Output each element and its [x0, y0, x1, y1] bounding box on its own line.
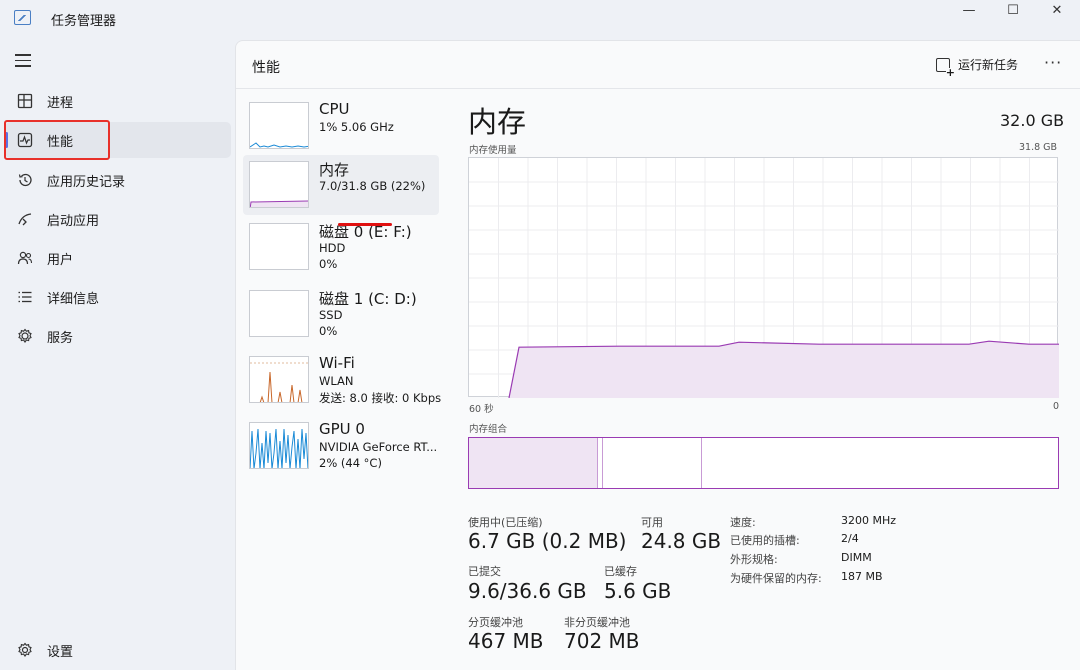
stat-in-use-value: 6.7 GB (0.2 MB): [468, 529, 627, 553]
run-task-icon: [936, 57, 955, 78]
minimize-button[interactable]: —: [946, 0, 992, 20]
sidebar-item-label: 用户: [47, 252, 74, 268]
stat-available-label: 可用: [641, 516, 663, 529]
device-usage: 0%: [319, 324, 338, 338]
cpu-thumbnail-graph: [249, 102, 309, 149]
disk-0-thumbnail-graph: [249, 223, 309, 270]
wifi-thumbnail-graph: [249, 356, 309, 403]
device-usage: 2% (44 °C): [319, 456, 382, 470]
app-history-icon: [16, 171, 34, 189]
device-item-cpu[interactable]: CPU 1% 5.06 GHz: [243, 96, 439, 156]
sidebar-item-label: 进程: [47, 95, 74, 111]
stat-cached-value: 5.6 GB: [604, 579, 672, 603]
device-model: NVIDIA GeForce RT...: [319, 440, 438, 454]
details-icon: [16, 288, 34, 306]
gpu-thumbnail-graph: [249, 422, 309, 469]
spec-hardware-reserved-key: 为硬件保留的内存:: [730, 572, 822, 585]
usage-graph-max: 31.8 GB: [1019, 142, 1058, 153]
title-bar: 任务管理器 — ☐ ✕: [0, 0, 1080, 38]
run-new-task-label: 运行新任务: [958, 58, 1019, 72]
spec-hardware-reserved-value: 187 MB: [841, 570, 883, 583]
device-detail: WLAN: [319, 374, 354, 388]
sidebar-item-label: 应用历史记录: [47, 174, 126, 190]
spec-form-factor-key: 外形规格:: [730, 553, 778, 566]
sidebar-item-startup-apps[interactable]: 启动应用: [5, 201, 231, 237]
graph-x-left-label: 60 秒: [469, 404, 494, 415]
sidebar-item-label: 服务: [47, 330, 74, 346]
device-type: HDD: [319, 241, 346, 255]
composition-in-use-segment: [469, 438, 599, 488]
sidebar-item-processes[interactable]: 进程: [5, 83, 231, 119]
stat-paged-pool-value: 467 MB: [468, 629, 544, 653]
spec-form-factor-value: DIMM: [841, 551, 872, 564]
device-name: 磁盘 1 (C: D:): [319, 290, 417, 308]
device-detail: 1% 5.06 GHz: [319, 120, 394, 134]
device-item-disk-1[interactable]: 磁盘 1 (C: D:) SSD 0%: [243, 284, 439, 344]
sidebar-item-users[interactable]: 用户: [5, 240, 231, 276]
settings-gear-icon: [16, 641, 34, 659]
services-icon: [16, 327, 34, 345]
startup-apps-icon: [16, 210, 34, 228]
device-name: CPU: [319, 100, 350, 118]
stat-in-use-label: 使用中(已压缩): [468, 516, 543, 529]
device-name: Wi-Fi: [319, 354, 355, 372]
device-usage: 0%: [319, 257, 338, 271]
stat-committed-label: 已提交: [468, 565, 501, 578]
more-options-button[interactable]: ···: [1044, 53, 1062, 72]
detail-title: 内存: [468, 105, 527, 139]
memory-composition-bar: [468, 437, 1059, 489]
composition-standby-segment: [603, 438, 702, 488]
memory-usage-graph: [468, 157, 1059, 399]
annotation-highlight-box: [4, 120, 110, 160]
device-type: SSD: [319, 308, 343, 322]
panel-header: 性能 运行新任务 ···: [236, 41, 1080, 89]
hamburger-menu-icon[interactable]: [15, 54, 31, 68]
device-item-disk-0[interactable]: 磁盘 0 (E: F:) HDD 0%: [243, 217, 439, 277]
device-detail: 7.0/31.8 GB (22%): [319, 179, 426, 193]
sidebar-item-label: 启动应用: [47, 213, 100, 229]
spec-slots-key: 已使用的插槽:: [730, 534, 800, 547]
processes-icon: [16, 92, 34, 110]
spec-slots-value: 2/4: [841, 532, 859, 545]
run-new-task-button[interactable]: 运行新任务: [936, 56, 1019, 78]
sidebar-item-details[interactable]: 详细信息: [5, 279, 231, 315]
page-title: 性能: [252, 60, 280, 76]
memory-thumbnail-graph: [249, 161, 309, 208]
task-manager-icon: [14, 10, 31, 25]
spec-speed-value: 3200 MHz: [841, 514, 897, 527]
window-title: 任务管理器: [51, 14, 117, 29]
performance-panel: 性能 运行新任务 ··· CPU 1% 5.06 GHz 内存 7.0/31.8…: [235, 40, 1080, 670]
stat-nonpaged-pool-label: 非分页缓冲池: [564, 616, 630, 629]
sidebar-item-app-history[interactable]: 应用历史记录: [5, 162, 231, 198]
spec-speed-key: 速度:: [730, 516, 756, 529]
stat-cached-label: 已缓存: [604, 565, 637, 578]
annotation-red-underline: [338, 223, 392, 226]
stat-paged-pool-label: 分页缓冲池: [468, 616, 523, 629]
device-throughput: 发送: 8.0 接收: 0 Kbps: [319, 391, 442, 405]
users-icon: [16, 249, 34, 267]
device-name: GPU 0: [319, 420, 365, 438]
device-name: 内存: [319, 161, 350, 179]
sidebar-item-label: 设置: [47, 644, 74, 660]
sidebar-item-services[interactable]: 服务: [5, 318, 231, 354]
device-item-gpu-0[interactable]: GPU 0 NVIDIA GeForce RT... 2% (44 °C): [243, 416, 439, 476]
maximize-button[interactable]: ☐: [990, 0, 1036, 20]
device-item-memory[interactable]: 内存 7.0/31.8 GB (22%): [243, 155, 439, 215]
stat-nonpaged-pool-value: 702 MB: [564, 629, 640, 653]
stat-available-value: 24.8 GB: [641, 529, 722, 553]
sidebar-item-settings[interactable]: 设置: [5, 632, 231, 668]
total-memory: 32.0 GB: [1000, 111, 1065, 130]
device-item-wifi[interactable]: Wi-Fi WLAN 发送: 8.0 接收: 0 Kbps: [243, 350, 442, 410]
sidebar-item-label: 详细信息: [47, 291, 100, 307]
close-button[interactable]: ✕: [1034, 0, 1080, 20]
stat-committed-value: 9.6/36.6 GB: [468, 579, 587, 603]
composition-label: 内存组合: [469, 424, 508, 435]
graph-x-right-label: 0: [1053, 401, 1060, 412]
usage-graph-label: 内存使用量: [469, 145, 517, 156]
disk-1-thumbnail-graph: [249, 290, 309, 337]
